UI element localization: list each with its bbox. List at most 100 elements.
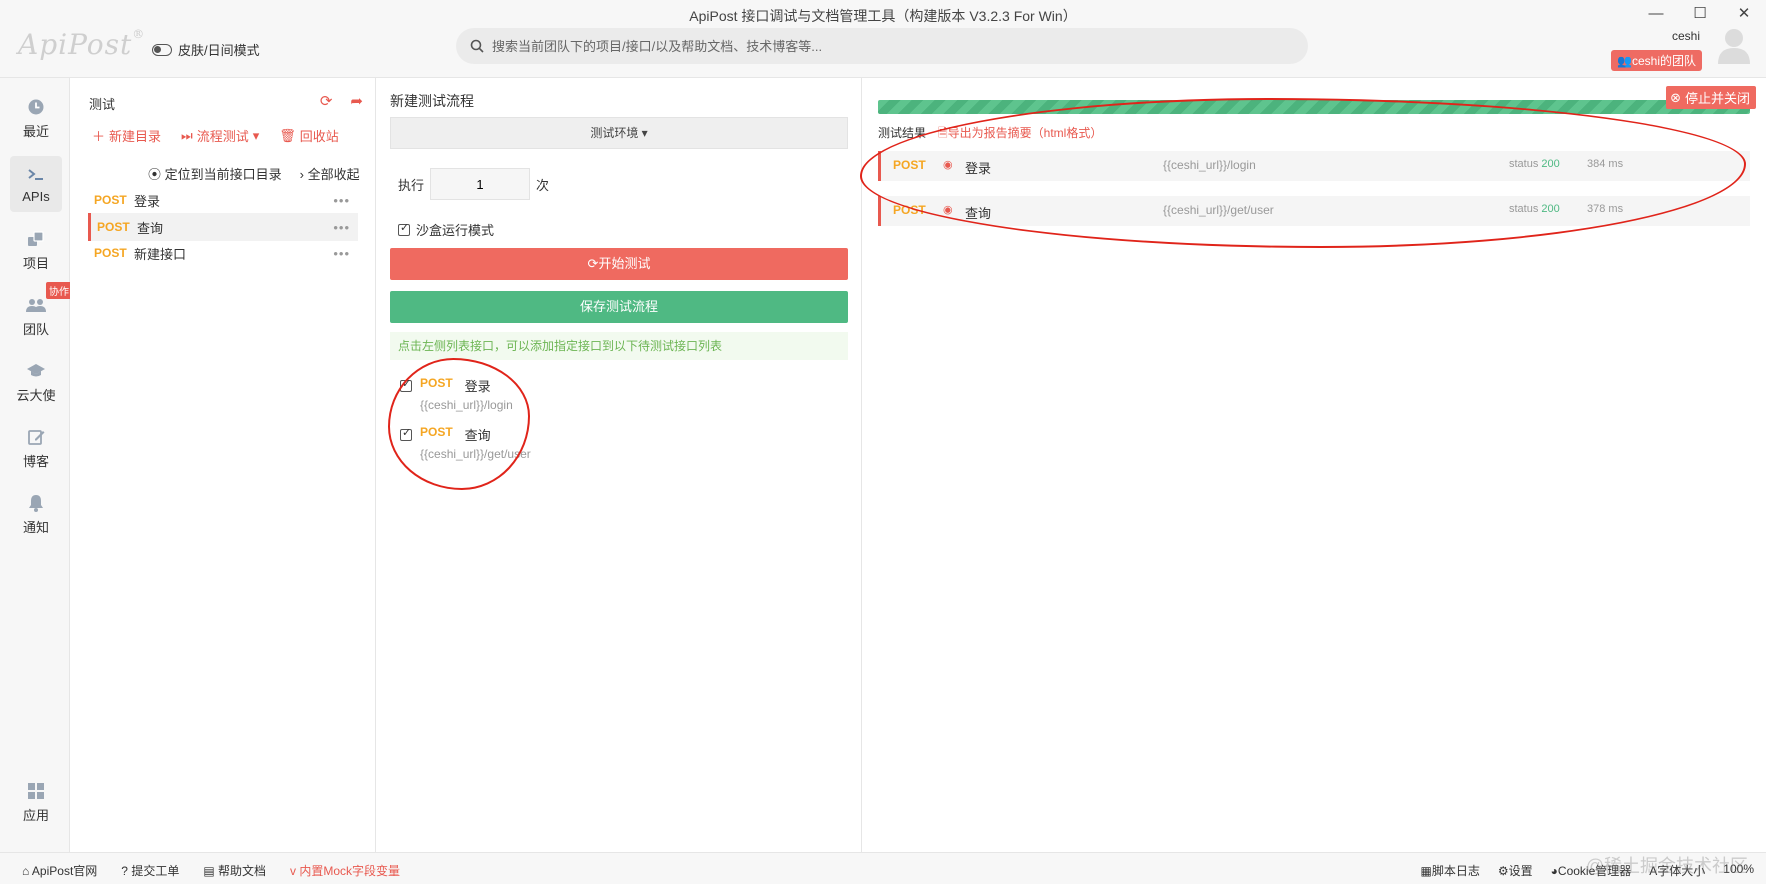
cookie-icon: ◕ — [1550, 864, 1558, 878]
test-result-panel: ⊗ 停止并关闭 测试结果 🗎导出为报告摘要（html格式） POST ◉ 登录 {… — [860, 78, 1766, 852]
v-icon: v — [290, 864, 297, 878]
nav-item-blog[interactable]: 博客 — [10, 420, 62, 476]
nav-item-recent[interactable]: 最近 — [10, 90, 62, 146]
status-bar: ⌂ ApiPost官网 ? 提交工单 ▤ 帮助文档 v 内置Mock字段变量 ▦… — [0, 852, 1766, 884]
share-icon[interactable]: ➦ — [350, 92, 363, 110]
collapse-all-button[interactable]: › 全部收起 — [300, 164, 360, 183]
execute-label: 执行 — [398, 177, 425, 193]
team-icon: 👥 — [1617, 54, 1632, 68]
app-logo[interactable]: ApiPost® — [18, 27, 145, 61]
collab-badge: 协作 — [46, 282, 72, 299]
tree-locate-bar: ⦿ 定位到当前接口目录 › 全部收起 — [148, 164, 360, 183]
close-button[interactable]: ✕ — [1722, 2, 1766, 26]
edit-icon — [28, 429, 45, 445]
left-navigation: 最近 APIs 项目 团队 协作 云大使 博客 通知 应用 — [0, 78, 72, 852]
title-bar: ApiPost 接口调试与文档管理工具（构建版本 V3.2.3 For Win）… — [0, 0, 1766, 78]
nav-label: 最近 — [22, 123, 49, 139]
caret-down-icon: ▾ — [252, 127, 260, 143]
refresh-icon[interactable]: ⟳ — [320, 92, 333, 110]
fast-forward-icon: ⏭ — [181, 127, 193, 143]
plus-icon: ＋ — [92, 129, 106, 144]
nav-label: 云大使 — [16, 387, 56, 403]
terminal-icon — [28, 168, 43, 180]
trash-icon: 🗑 — [279, 127, 296, 143]
locate-current-dir-button[interactable]: ⦿ 定位到当前接口目录 — [148, 164, 282, 183]
avatar[interactable] — [1716, 26, 1752, 64]
tree-api-item[interactable]: POST 新建接口 ••• — [88, 239, 358, 267]
sandbox-mode-option[interactable]: 沙盒运行模式 — [398, 220, 494, 239]
clock-icon — [28, 99, 44, 114]
official-site-link[interactable]: ⌂ ApiPost官网 — [22, 862, 97, 879]
recycle-bin-button[interactable]: 🗑 回收站 — [279, 126, 339, 145]
nav-item-project[interactable]: 项目 — [10, 222, 62, 278]
help-docs-link[interactable]: ▤ 帮助文档 — [203, 862, 266, 879]
sandbox-checkbox[interactable] — [398, 221, 410, 236]
execute-unit: 次 — [536, 177, 550, 193]
home-icon: ⌂ — [22, 864, 30, 878]
bell-icon — [29, 494, 43, 512]
flow-hint: 点击左侧列表接口，可以添加指定接口到以下待测试接口列表 — [390, 332, 848, 360]
save-flow-button[interactable]: 保存测试流程 — [390, 291, 848, 323]
start-test-button[interactable]: ⟳开始测试 — [390, 248, 848, 280]
nav-label: 博客 — [22, 453, 49, 469]
user-name[interactable]: ceshi — [1672, 29, 1700, 43]
more-icon[interactable]: ••• — [333, 220, 358, 235]
search-icon — [470, 39, 484, 53]
new-directory-button[interactable]: ＋新建目录 — [92, 126, 161, 145]
stop-and-close-button[interactable]: ⊗ 停止并关闭 — [1666, 86, 1756, 109]
execute-times-input[interactable] — [430, 168, 531, 200]
tree-api-item-active[interactable]: POST 查询 ••• — [88, 213, 358, 241]
api-name: 新建接口 — [134, 246, 187, 262]
minimize-button[interactable]: — — [1634, 2, 1678, 26]
more-icon[interactable]: ••• — [333, 246, 358, 261]
toggle-icon — [152, 43, 172, 56]
team-icon — [26, 298, 46, 312]
api-method: POST — [94, 246, 127, 260]
mock-variables-link[interactable]: v 内置Mock字段变量 — [290, 862, 400, 879]
nav-label: 团队 — [22, 321, 49, 337]
window-title: ApiPost 接口调试与文档管理工具（构建版本 V3.2.3 For Win） — [689, 8, 1077, 24]
log-icon: ▦ — [1420, 864, 1432, 878]
api-name: 查询 — [137, 220, 164, 236]
global-search[interactable] — [456, 28, 1308, 64]
nav-item-ambassador[interactable]: 云大使 — [10, 354, 62, 410]
nav-label: 项目 — [22, 255, 49, 271]
spinner-icon: ⟳ — [587, 256, 599, 271]
nav-label: APIs — [22, 188, 50, 204]
flow-test-button[interactable]: ⏭ 流程测试 ▾ — [181, 126, 259, 145]
project-icon — [28, 230, 44, 246]
sandbox-label: 沙盒运行模式 — [416, 223, 495, 238]
tree-toolbar: ＋新建目录 ⏭ 流程测试 ▾ 🗑 回收站 — [92, 126, 339, 145]
window-controls: — ☐ ✕ — [1634, 2, 1766, 26]
nav-item-apps[interactable]: 应用 — [10, 774, 62, 830]
question-icon: ? — [121, 864, 128, 878]
api-tree-panel: 测试 ⟳ ➦ ＋新建目录 ⏭ 流程测试 ▾ 🗑 回收站 ⦿ 定位到当前接口目录 › 全… — [70, 78, 376, 852]
api-method: POST — [94, 193, 127, 207]
submit-ticket-link[interactable]: ? 提交工单 — [121, 862, 179, 879]
tree-api-item[interactable]: POST 登录 ••• — [88, 186, 358, 214]
close-circle-icon: ⊗ — [1670, 89, 1681, 105]
annotation-circle — [388, 358, 530, 490]
execute-times-row: 执行 次 — [398, 168, 549, 200]
flow-test-panel: 新建测试流程 测试环境 ▾ 执行 次 沙盒运行模式 ⟳开始测试 保存测试流程 点… — [376, 78, 862, 852]
nav-item-team[interactable]: 团队 协作 — [10, 282, 72, 344]
team-badge[interactable]: 👥ceshi的团队 — [1611, 50, 1702, 71]
nav-label: 应用 — [22, 807, 49, 823]
project-title: 测试 — [89, 97, 116, 112]
search-input[interactable] — [492, 38, 1308, 54]
environment-select[interactable]: 测试环境 ▾ — [390, 117, 848, 149]
nav-item-notification[interactable]: 通知 — [10, 486, 62, 542]
more-icon[interactable]: ••• — [333, 193, 358, 208]
watermark: @稀土掘金技术社区 — [1585, 856, 1748, 876]
nav-item-apis[interactable]: APIs — [10, 156, 62, 212]
api-method: POST — [97, 220, 130, 234]
skin-mode-toggle[interactable]: 皮肤/日间模式 — [152, 40, 260, 59]
flow-title: 新建测试流程 — [390, 93, 474, 109]
script-log-button[interactable]: ▦脚本日志 — [1421, 862, 1480, 879]
book-icon: ▤ — [203, 864, 215, 878]
settings-button[interactable]: ⚙设置 — [1498, 862, 1533, 879]
apps-grid-icon — [28, 782, 44, 799]
maximize-button[interactable]: ☐ — [1678, 2, 1722, 26]
location-pin-icon: ⦿ — [148, 167, 162, 182]
nav-label: 通知 — [22, 519, 49, 535]
